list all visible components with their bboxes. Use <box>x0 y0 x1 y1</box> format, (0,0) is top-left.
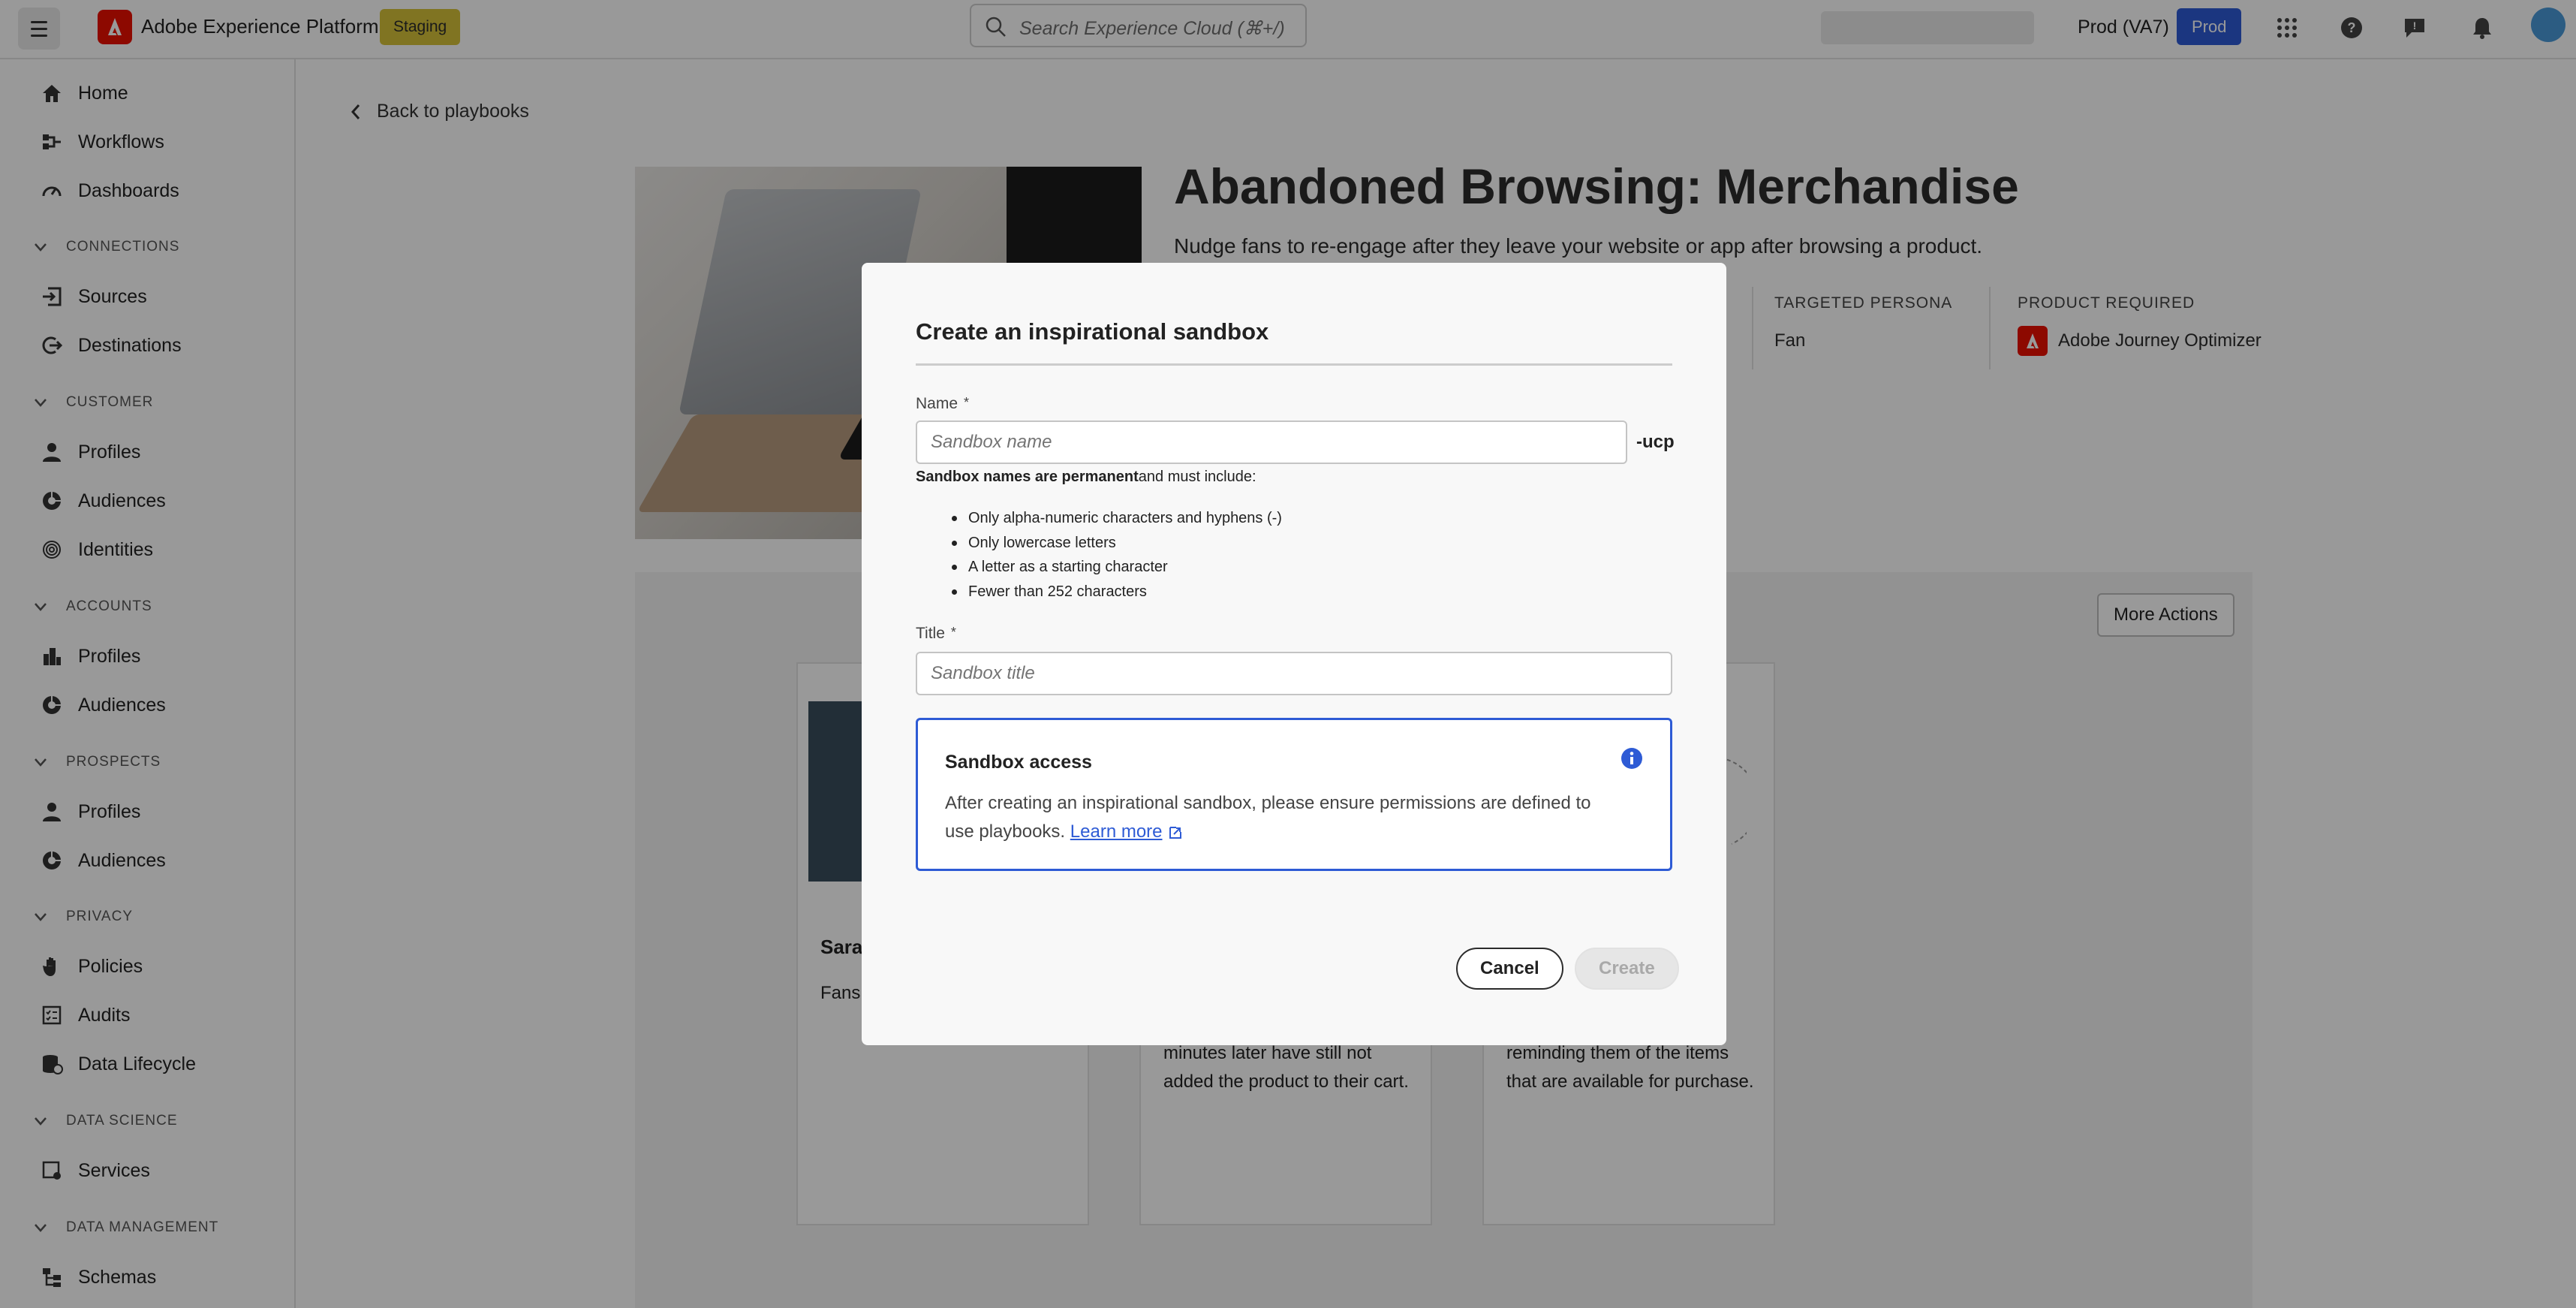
learn-more-link[interactable]: Learn more <box>1070 821 1163 842</box>
title-field-label: Title * <box>916 625 956 642</box>
create-button[interactable]: Create <box>1575 948 1679 990</box>
info-icon <box>1621 748 1642 769</box>
external-link-icon[interactable] <box>1169 826 1182 839</box>
name-help-text: Sandbox names are permanentand must incl… <box>916 469 1256 485</box>
list-item: A letter as a starting character <box>952 555 1282 580</box>
cancel-button[interactable]: Cancel <box>1456 948 1563 990</box>
dialog-divider <box>916 363 1672 366</box>
info-box-title: Sandbox access <box>945 752 1092 773</box>
name-field-label: Name * <box>916 395 970 412</box>
dialog-title: Create an inspirational sandbox <box>916 318 1269 345</box>
name-rules-list: Only alpha-numeric characters and hyphen… <box>952 506 1282 604</box>
create-sandbox-dialog: Create an inspirational sandbox Name* -u… <box>862 263 1726 1045</box>
list-item: Only alpha-numeric characters and hyphen… <box>952 506 1282 531</box>
info-box-text: After creating an inspirational sandbox,… <box>945 793 1591 842</box>
sandbox-title-input[interactable] <box>916 652 1672 695</box>
sandbox-name-input[interactable] <box>916 420 1627 464</box>
sandbox-access-info-box: Sandbox access After creating an inspira… <box>916 718 1672 871</box>
required-indicator: * <box>964 395 970 410</box>
name-suffix: -ucp <box>1636 432 1675 452</box>
list-item: Fewer than 252 characters <box>952 580 1282 604</box>
required-indicator: * <box>950 625 956 640</box>
list-item: Only lowercase letters <box>952 531 1282 556</box>
